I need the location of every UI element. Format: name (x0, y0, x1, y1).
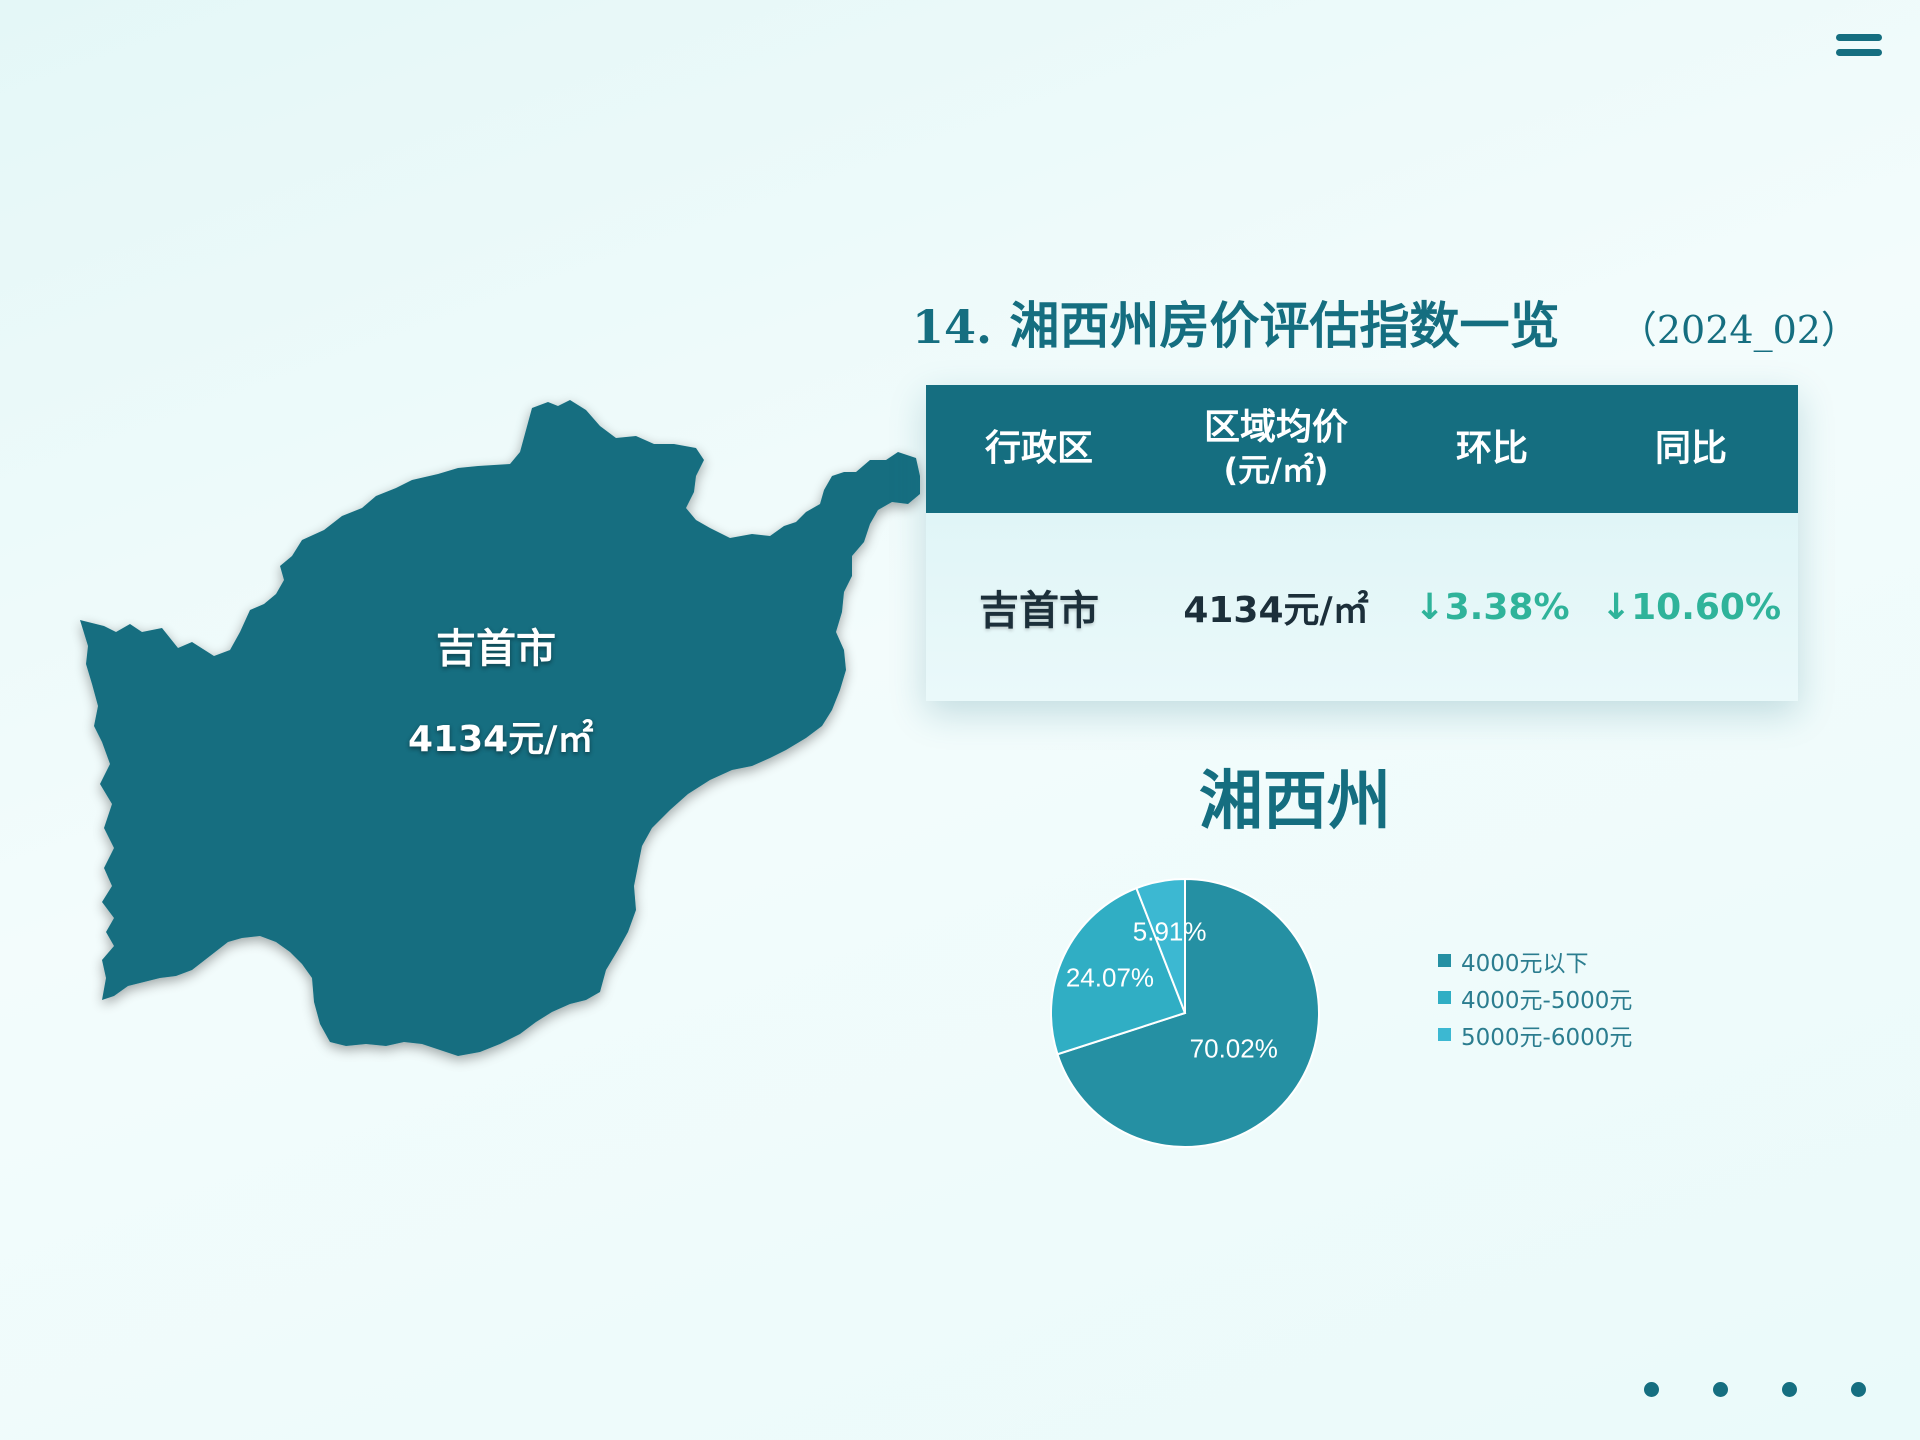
cell-mom: ↓3.38% (1414, 586, 1570, 628)
cell-avg-price: 4134元/㎡ (1183, 590, 1369, 631)
menu-line (1836, 34, 1882, 41)
table-row: 吉首市 4134元/㎡ ↓3.38% ↓10.60% (926, 513, 1798, 701)
legend-swatch (1438, 991, 1451, 1004)
map-region-price: 4134元/㎡ (408, 719, 594, 760)
header-district: 行政区 (984, 428, 1093, 469)
pie-legend: 4000元以下 4000元-5000元 5000元-6000元 (1438, 942, 1632, 1053)
map-region-name: 吉首市 (436, 626, 556, 672)
price-distribution-pie: 70.02% 24.07% 5.91% (1050, 877, 1320, 1148)
page-title-text: 湘西州房价评估指数一览 (1009, 296, 1560, 355)
header-mom: 环比 (1455, 428, 1528, 469)
menu-icon[interactable] (1836, 34, 1882, 56)
header-avg-price: 区域均价 (元/㎡) (1152, 385, 1400, 513)
page-dot[interactable] (1782, 1382, 1797, 1397)
region-title: 湘西州 (1199, 764, 1391, 839)
pie-slice-label: 70.02% (1190, 1033, 1278, 1063)
page-title-date: （2024_02） (1618, 308, 1859, 352)
legend-label: 4000元以下 (1461, 950, 1589, 977)
pie-slice-label: 5.91% (1133, 916, 1207, 946)
page-dot[interactable] (1713, 1382, 1728, 1397)
price-index-table: 行政区 区域均价 (元/㎡) 环比 同比 吉首市 4134元/㎡ ↓3.38% … (926, 385, 1798, 701)
page-dot[interactable] (1644, 1382, 1659, 1397)
pie-slice-label: 24.07% (1066, 962, 1154, 992)
header-avg-price-label: 区域均价 (1203, 407, 1348, 448)
legend-item: 5000元-6000元 (1438, 1016, 1632, 1053)
page-title-number: 14. (912, 300, 993, 354)
header-yoy: 同比 (1654, 428, 1727, 469)
page-dot[interactable] (1851, 1382, 1866, 1397)
legend-swatch (1438, 1028, 1451, 1041)
legend-label: 4000元-5000元 (1461, 987, 1633, 1014)
cell-yoy: ↓10.60% (1600, 586, 1782, 628)
legend-item: 4000元-5000元 (1438, 979, 1632, 1016)
page-title: 14. 湘西州房价评估指数一览 （2024_02） (912, 286, 1859, 358)
legend-swatch (1438, 954, 1451, 967)
cell-district: 吉首市 (979, 588, 1099, 634)
menu-line (1836, 49, 1882, 56)
table-header-row: 行政区 区域均价 (元/㎡) 环比 同比 (926, 385, 1798, 513)
region-map: 吉首市 4134元/㎡ (80, 380, 920, 1100)
legend-item: 4000元以下 (1438, 942, 1632, 979)
legend-label: 5000元-6000元 (1461, 1024, 1633, 1051)
header-avg-price-unit: (元/㎡) (1223, 451, 1329, 489)
pagination-dots (1644, 1382, 1920, 1397)
